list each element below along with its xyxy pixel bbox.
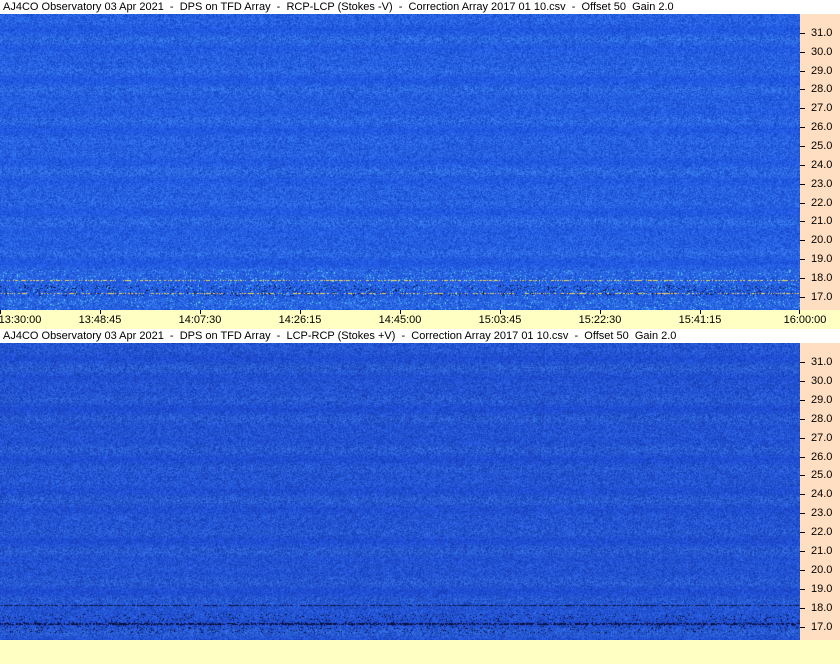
frequency-tick-label: 27.0 [811, 102, 833, 115]
frequency-tick [800, 456, 805, 458]
frequency-tick-label: 29.0 [811, 393, 833, 406]
frequency-tick-label: 19.0 [811, 253, 833, 266]
frequency-tick-label: 20.0 [811, 564, 833, 576]
frequency-tick [800, 626, 805, 628]
time-tick-label: 15:22:30 [578, 314, 622, 326]
frequency-tick [800, 164, 805, 166]
frequency-tick [800, 607, 805, 609]
time-tick-label: 14:45:00 [378, 314, 422, 326]
frequency-tick-label: 22.0 [811, 526, 833, 539]
panel1-frequency-axis: 31.0 30.0 29.0 28.0 27.0 26.0 25.0 24.0 23.0 22.0… [800, 14, 840, 310]
frequency-tick-label: 30.0 [811, 45, 833, 58]
frequency-tick-label: 25.0 [811, 469, 833, 482]
frequency-tick [800, 588, 805, 590]
time-tick-label: 16:00:00 [783, 314, 827, 326]
frequency-tick [800, 108, 805, 110]
frequency-tick [800, 380, 805, 382]
frequency-tick [800, 202, 805, 204]
frequency-tick-label: 29.0 [811, 64, 833, 77]
frequency-tick-label: 24.0 [811, 158, 833, 171]
frequency-tick [800, 494, 805, 496]
frequency-tick-label: 18.0 [811, 271, 833, 284]
panel2-title: AJ4CO Observatory 03 Apr 2021 - DPS on T… [0, 329, 840, 343]
panel2-time-axis [0, 640, 840, 664]
time-tick-label: 13:30:00 [0, 314, 42, 326]
frequency-tick-label: 21.0 [811, 545, 833, 558]
frequency-tick [800, 183, 805, 185]
frequency-tick [800, 418, 805, 420]
frequency-tick [800, 240, 805, 242]
frequency-tick [800, 475, 805, 477]
frequency-tick [800, 437, 805, 439]
frequency-tick [800, 513, 805, 515]
frequency-tick [800, 70, 805, 72]
frequency-tick [800, 532, 805, 534]
frequency-tick-label: 27.0 [811, 431, 833, 444]
frequency-tick-label: 26.0 [811, 450, 833, 463]
frequency-tick-label: 25.0 [811, 139, 833, 152]
frequency-tick-label: 19.0 [811, 582, 833, 595]
frequency-tick [800, 145, 805, 147]
frequency-tick [800, 32, 805, 34]
frequency-tick [800, 277, 805, 279]
frequency-tick-label: 17.0 [811, 290, 833, 303]
frequency-tick-label: 28.0 [811, 83, 833, 96]
frequency-tick-label: 20.0 [811, 234, 833, 247]
frequency-tick-label: 24.0 [811, 488, 833, 501]
frequency-tick-label: 23.0 [811, 507, 833, 520]
frequency-tick-label: 22.0 [811, 196, 833, 209]
frequency-tick-label: 21.0 [811, 215, 833, 228]
frequency-tick-label: 30.0 [811, 374, 833, 387]
frequency-tick-label: 31.0 [811, 26, 833, 39]
panel1-spectrogram [0, 14, 800, 310]
frequency-tick [800, 570, 805, 571]
time-tick-label: 15:41:15 [678, 314, 722, 326]
time-tick-label: 15:03:45 [478, 314, 522, 326]
frequency-tick [800, 259, 805, 261]
frequency-tick-label: 18.0 [811, 601, 833, 614]
frequency-tick-label: 28.0 [811, 412, 833, 425]
panel2-frequency-axis: 31.0 30.0 29.0 28.0 27.0 26.0 25.0 24.0 23.0 22.0… [800, 343, 840, 640]
frequency-tick-label: 17.0 [811, 620, 833, 633]
frequency-tick-label: 31.0 [811, 355, 833, 368]
frequency-tick [800, 127, 805, 129]
frequency-tick-label: 26.0 [811, 121, 833, 134]
panel2-spectrogram [0, 343, 800, 640]
frequency-tick [800, 89, 805, 91]
time-tick-label: 14:07:30 [178, 314, 222, 326]
panel1-spectrogram-canvas [0, 14, 800, 310]
panel2-spectrogram-canvas [0, 343, 800, 640]
frequency-tick [800, 51, 805, 53]
frequency-tick [800, 221, 805, 223]
time-tick-label: 14:26:15 [278, 314, 322, 326]
time-tick-label: 13:48:45 [78, 314, 122, 326]
frequency-tick [800, 296, 805, 298]
frequency-tick-label: 23.0 [811, 177, 833, 190]
frequency-tick [800, 551, 805, 553]
frequency-tick [800, 399, 805, 401]
panel1-title: AJ4CO Observatory 03 Apr 2021 - DPS on T… [0, 0, 840, 14]
frequency-tick [800, 361, 805, 363]
panel1-time-axis: 13:30:00 13:48:45 14:07:30 14:26:15 14:45:00… [0, 310, 840, 329]
